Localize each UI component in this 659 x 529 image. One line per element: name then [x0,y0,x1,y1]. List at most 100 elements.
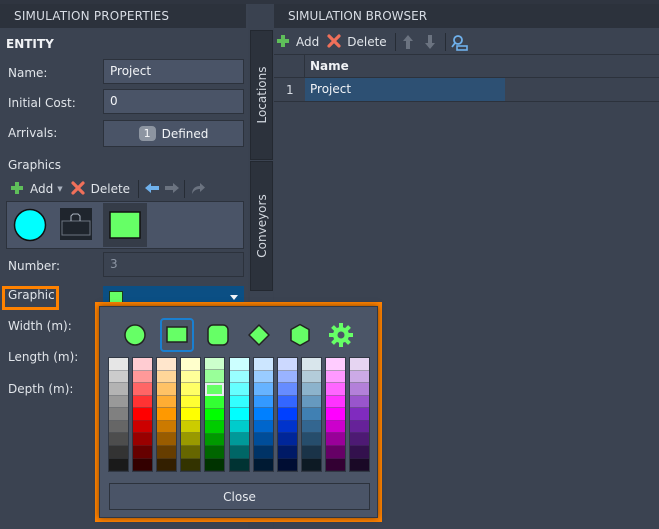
color-swatch[interactable] [109,408,128,421]
color-swatch[interactable] [301,420,321,434]
color-swatch[interactable] [109,433,128,446]
color-swatch[interactable] [109,420,128,434]
color-swatch[interactable] [181,358,201,371]
color-swatch[interactable] [157,445,177,459]
color-swatch[interactable] [109,358,128,371]
shape-rectangle-button[interactable] [160,318,194,352]
graphic-item-image[interactable] [56,203,100,247]
color-swatch[interactable] [301,458,321,472]
color-swatch[interactable] [205,358,225,371]
graphic-item-circle[interactable] [8,203,52,247]
color-swatch[interactable] [205,446,225,459]
color-swatch[interactable] [133,383,153,396]
color-swatch[interactable] [350,358,369,371]
color-swatch[interactable] [229,383,249,396]
color-swatch[interactable] [325,458,345,472]
shape-gear-button[interactable] [324,318,358,352]
color-swatch[interactable] [229,408,249,421]
color-swatch[interactable] [133,408,153,421]
color-swatch[interactable] [350,420,369,434]
color-swatch[interactable] [350,408,369,421]
graphic-item-rectangle[interactable] [103,203,147,247]
color-swatch[interactable] [301,383,321,396]
color-swatch[interactable] [229,420,249,434]
color-swatch[interactable] [277,420,297,434]
graphics-add-button[interactable]: Add ▼ [10,181,63,197]
color-swatch[interactable] [325,445,345,459]
color-swatch[interactable] [133,445,153,459]
arrow-up-icon[interactable] [401,34,417,50]
row-name-cell[interactable]: Project [305,78,505,101]
color-swatch[interactable] [157,420,177,434]
color-swatch[interactable] [133,358,153,371]
color-swatch[interactable] [133,458,153,472]
shape-hexagon-button[interactable] [283,318,317,352]
color-swatch[interactable] [301,408,321,421]
color-swatch[interactable] [181,445,201,459]
color-swatch[interactable] [181,408,201,421]
color-swatch[interactable] [253,370,273,384]
color-swatch[interactable] [277,395,297,409]
color-swatch[interactable] [253,458,273,472]
color-swatch[interactable] [277,445,297,459]
color-swatch[interactable] [350,383,369,396]
redo-icon[interactable] [190,181,206,197]
color-swatch[interactable] [229,358,249,371]
color-swatch[interactable] [253,383,273,396]
color-swatch[interactable] [277,408,297,421]
color-swatch[interactable] [277,458,297,472]
color-swatch[interactable] [205,382,225,397]
color-swatch[interactable] [350,395,369,409]
color-swatch[interactable] [109,383,128,396]
color-swatch[interactable] [109,458,128,472]
color-swatch[interactable] [277,383,297,396]
color-swatch[interactable] [325,383,345,396]
arrow-down-icon[interactable] [423,34,439,50]
color-swatch[interactable] [157,358,177,371]
shape-circle-button[interactable] [118,318,152,352]
color-swatch[interactable] [301,445,321,459]
tab-locations[interactable]: Locations [250,30,273,160]
color-swatch[interactable] [205,370,225,383]
color-swatch[interactable] [253,395,273,409]
color-swatch[interactable] [253,358,273,371]
color-swatch[interactable] [325,370,345,384]
shape-diamond-button[interactable] [242,318,276,352]
color-swatch[interactable] [229,370,249,384]
color-swatch[interactable] [181,420,201,434]
graphics-delete-button[interactable]: Delete [71,181,130,197]
color-swatch[interactable] [350,433,369,446]
arrow-left-icon[interactable] [144,181,160,197]
color-swatch[interactable] [181,395,201,409]
browser-add-button[interactable]: Add [276,34,319,50]
color-swatch[interactable] [133,420,153,434]
color-swatch[interactable] [229,395,249,409]
color-swatch[interactable] [253,420,273,434]
color-swatch[interactable] [277,358,297,371]
browser-delete-button[interactable]: Delete [327,34,387,50]
color-swatch[interactable] [133,433,153,446]
color-swatch[interactable] [229,433,249,446]
name-input[interactable]: Project [103,59,244,84]
tab-conveyors[interactable]: Conveyors [250,161,273,291]
color-swatch[interactable] [350,458,369,472]
color-swatch[interactable] [253,433,273,446]
color-swatch[interactable] [301,358,321,371]
color-swatch[interactable] [301,395,321,409]
color-swatch[interactable] [157,408,177,421]
color-swatch[interactable] [181,433,201,446]
color-swatch[interactable] [277,370,297,384]
color-swatch[interactable] [253,408,273,421]
column-header-name[interactable]: Name [310,59,349,73]
color-swatch[interactable] [109,370,128,384]
color-swatch[interactable] [157,383,177,396]
color-swatch[interactable] [350,445,369,459]
color-swatch[interactable] [277,433,297,446]
arrow-right-icon[interactable] [164,181,180,197]
color-swatch[interactable] [205,421,225,434]
color-swatch[interactable] [133,395,153,409]
color-swatch[interactable] [325,433,345,446]
close-button[interactable]: Close [109,483,370,510]
color-swatch[interactable] [229,445,249,459]
color-swatch[interactable] [205,433,225,447]
